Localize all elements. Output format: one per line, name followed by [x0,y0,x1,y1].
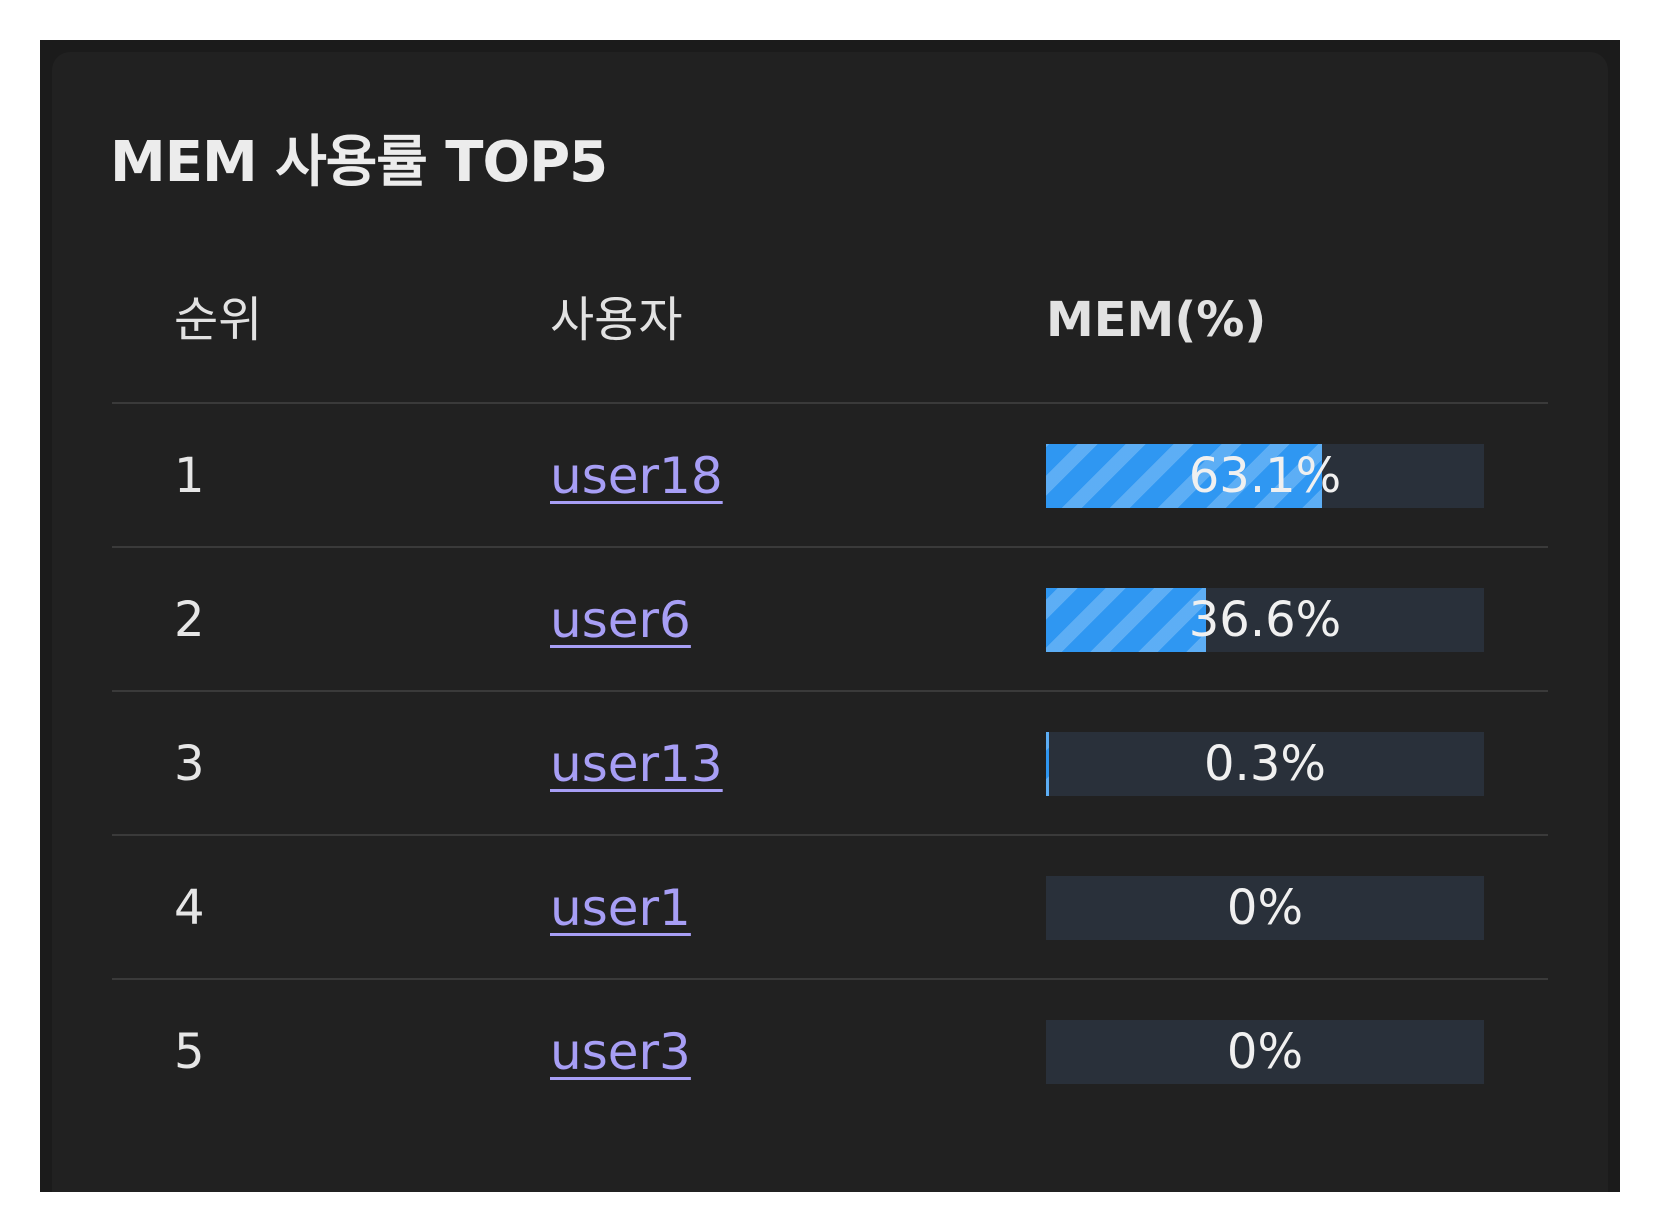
mem-percent-label: 0% [1226,880,1304,936]
table-row: 3 user13 0.3% [0,692,1656,836]
user-link[interactable]: user13 [550,732,723,796]
table-row: 2 user6 36.6% [0,548,1656,692]
mem-progress-bar: 36.6% [1046,588,1484,652]
mem-percent-label: 63.1% [1188,448,1342,504]
mem-progress-bar: 63.1% [1046,444,1484,508]
mem-percent-label: 36.6% [1188,592,1342,648]
user-link[interactable]: user18 [550,444,723,508]
rank-cell: 5 [174,1024,205,1080]
mem-progress-bar: 0% [1046,1020,1484,1084]
column-header-user: 사용자 [550,292,683,348]
table-row: 5 user3 0% [0,980,1656,1124]
mem-percent-label: 0.3% [1204,736,1326,792]
rank-cell: 3 [174,736,205,792]
column-header-rank: 순위 [174,292,263,348]
column-header-mem: MEM(%) [1046,292,1267,348]
user-link[interactable]: user6 [550,588,691,652]
user-link[interactable]: user3 [550,1020,691,1084]
user-link[interactable]: user1 [550,876,691,940]
mem-progress-bar: 0% [1046,876,1484,940]
rank-cell: 4 [174,880,205,936]
table-row: 1 user18 63.1% [0,404,1656,548]
table-row: 4 user1 0% [0,836,1656,980]
mem-percent-label: 0% [1226,1024,1304,1080]
panel-title: MEM 사용률 TOP5 [110,130,608,195]
rank-cell: 1 [174,448,205,504]
mem-progress-bar: 0.3% [1046,732,1484,796]
rank-cell: 2 [174,592,205,648]
